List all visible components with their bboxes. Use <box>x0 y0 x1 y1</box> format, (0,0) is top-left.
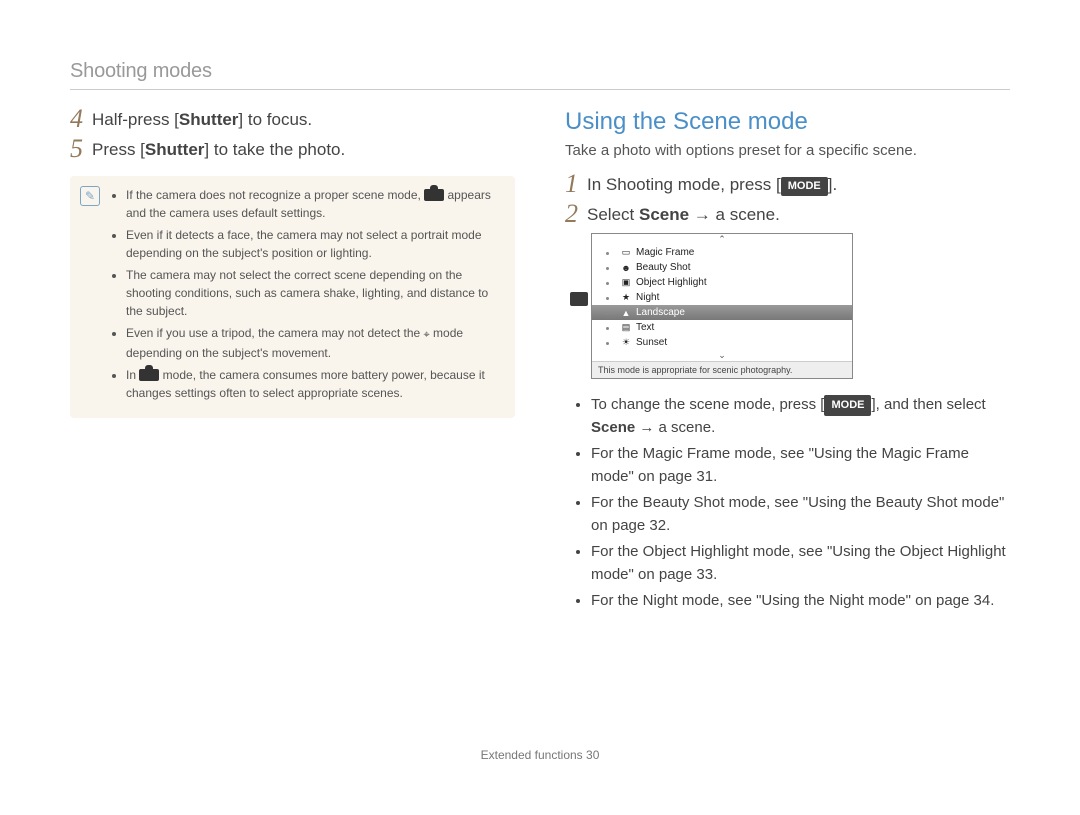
step-text: In Shooting mode, press [MODE]. <box>587 173 1010 197</box>
section-header: Shooting modes <box>70 60 1010 90</box>
tip-item: For the Object Highlight mode, see "Usin… <box>591 541 1010 586</box>
step-number: 1 <box>565 171 587 197</box>
tip-item: Even if it detects a face, the camera ma… <box>126 226 499 262</box>
subsection-intro: Take a photo with options preset for a s… <box>565 142 1010 159</box>
footer-label: Extended functions <box>481 748 583 762</box>
scene-item-icon: ▣ <box>620 277 632 288</box>
scene-caption: This mode is appropriate for scenic phot… <box>592 361 852 378</box>
step-text: Press [Shutter] to take the photo. <box>92 138 515 162</box>
tip-item: For the Magic Frame mode, see "Using the… <box>591 443 1010 488</box>
step-text: Half-press [Shutter] to focus. <box>92 108 515 132</box>
scene-item-label: Landscape <box>636 307 685 318</box>
mode-button-label: MODE <box>781 177 828 196</box>
tripod-icon: ⌖ <box>424 327 430 344</box>
scene-item: ▭ Magic Frame <box>592 245 852 260</box>
tip-box: ✎ If the camera does not recognize a pro… <box>70 176 515 418</box>
tip-item: If the camera does not recognize a prope… <box>126 186 499 222</box>
tips-list: To change the scene mode, press [MODE], … <box>565 394 1010 613</box>
scene-item: ▲ Landscape <box>592 305 852 320</box>
right-column: Using the Scene mode Take a photo with o… <box>565 108 1010 628</box>
step-number: 5 <box>70 136 92 162</box>
scene-item-label: Sunset <box>636 337 667 348</box>
note-icon: ✎ <box>80 186 100 206</box>
scene-item-icon: ▭ <box>620 247 632 258</box>
scene-menu: ⌃ ▭ Magic Frame ☻ Beauty Shot ▣ Object Highli… <box>591 233 853 379</box>
chevron-up-icon: ⌃ <box>592 234 852 245</box>
scene-item: ★ Night <box>592 290 852 305</box>
scene-item-label: Text <box>636 322 654 333</box>
step-number: 2 <box>565 201 587 227</box>
page-footer: Extended functions 30 <box>70 748 1010 762</box>
step-number: 4 <box>70 106 92 132</box>
subsection-title: Using the Scene mode <box>565 108 1010 136</box>
step: 4Half-press [Shutter] to focus. <box>70 108 515 132</box>
scene-item-icon: ▲ <box>620 308 632 318</box>
tip-item: Even if you use a tripod, the camera may… <box>126 324 499 362</box>
scene-item-label: Beauty Shot <box>636 262 690 273</box>
scene-item: ▣ Object Highlight <box>592 275 852 290</box>
scene-item-icon: ☀ <box>620 337 632 348</box>
tip-item: In mode, the camera consumes more batter… <box>126 366 499 402</box>
tip-item: For the Beauty Shot mode, see "Using the… <box>591 492 1010 537</box>
scene-item-label: Night <box>636 292 659 303</box>
step-text: Select Scene → a scene. <box>587 203 1010 227</box>
chevron-down-icon: ⌄ <box>592 350 852 361</box>
scene-item-label: Object Highlight <box>636 277 707 288</box>
smart-auto-icon <box>139 369 159 381</box>
step: 1In Shooting mode, press [MODE]. <box>565 173 1010 197</box>
scene-item-icon: ▤ <box>620 322 632 333</box>
tip-item: To change the scene mode, press [MODE], … <box>591 394 1010 439</box>
tip-item: For the Night mode, see "Using the Night… <box>591 590 1010 613</box>
scene-item: ☀ Sunset <box>592 335 852 350</box>
scene-item: ▤ Text <box>592 320 852 335</box>
step: 2Select Scene → a scene. <box>565 203 1010 227</box>
scene-item-icon: ★ <box>620 292 632 303</box>
scene-item: ☻ Beauty Shot <box>592 260 852 275</box>
tip-item: The camera may not select the correct sc… <box>126 266 499 320</box>
step: 5Press [Shutter] to take the photo. <box>70 138 515 162</box>
scene-item-label: Magic Frame <box>636 247 694 258</box>
scene-item-icon: ☻ <box>620 263 632 273</box>
movie-mode-icon <box>570 292 588 306</box>
left-column: 4Half-press [Shutter] to focus.5Press [S… <box>70 108 515 628</box>
page-number: 30 <box>586 748 599 762</box>
mode-button-label: MODE <box>824 395 871 416</box>
smart-auto-icon <box>424 189 444 201</box>
